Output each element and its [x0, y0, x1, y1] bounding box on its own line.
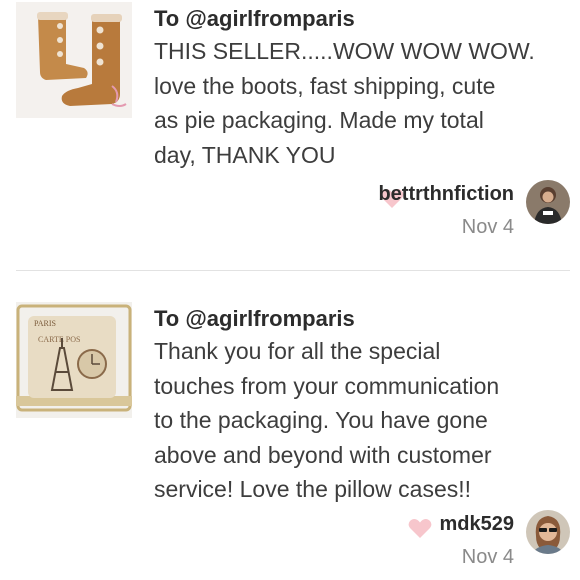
review-recipient[interactable]: To @agirlfromparis: [154, 4, 560, 34]
reviewer-username[interactable]: bettrthnfiction: [378, 183, 514, 206]
review-recipient[interactable]: To @agirlfromparis: [154, 304, 560, 334]
listing-thumbnail-pillow[interactable]: PARIS CARTE POS: [16, 302, 132, 418]
review-body: To @agirlfromparis THIS SELLER.....WOW W…: [154, 4, 560, 172]
love-notes-feed: To @agirlfromparis THIS SELLER.....WOW W…: [0, 0, 580, 580]
review-comment: THIS SELLER.....WOW WOW WOW. love the bo…: [154, 38, 535, 168]
review-meta: bettrthnfiction Nov 4: [150, 180, 570, 250]
review-card: To @agirlfromparis THIS SELLER.....WOW W…: [0, 0, 580, 270]
heart-icon: [408, 518, 432, 538]
reviewer-avatar[interactable]: [526, 510, 570, 554]
review-meta: mdk529 Nov 4: [150, 510, 570, 580]
review-divider: [16, 270, 570, 271]
review-comment: Thank you for all the special touches fr…: [154, 338, 500, 502]
svg-text:PARIS: PARIS: [34, 319, 56, 328]
review-card: PARIS CARTE POS To @agirlfromparis Thank…: [0, 272, 580, 580]
svg-text:CARTE POS: CARTE POS: [38, 335, 80, 344]
listing-thumbnail-boots[interactable]: [16, 2, 132, 118]
review-date: Nov 4: [461, 216, 514, 238]
review-date: Nov 4: [461, 546, 514, 568]
review-body: To @agirlfromparis Thank you for all the…: [154, 304, 560, 507]
reviewer-avatar[interactable]: [526, 180, 570, 224]
reviewer-username[interactable]: mdk529: [440, 513, 515, 536]
